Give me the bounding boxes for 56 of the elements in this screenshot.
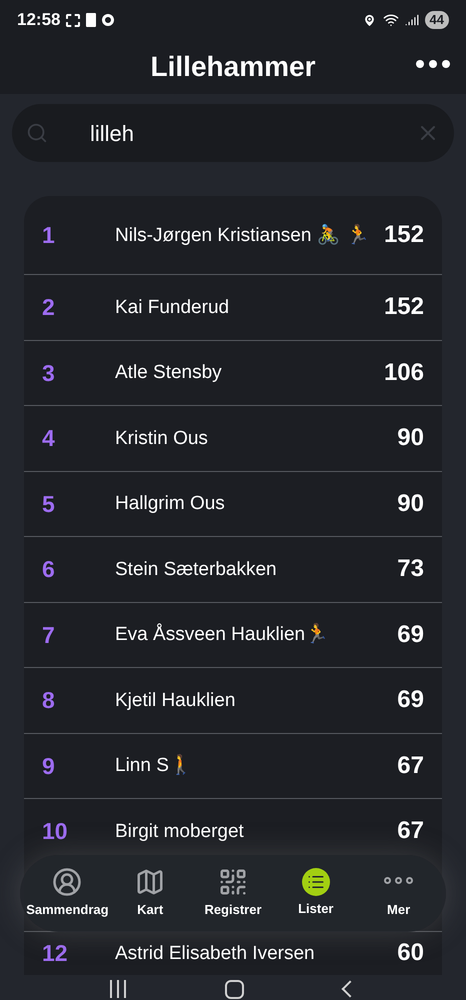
rank-number: 12 (42, 938, 69, 968)
participant-name: Atle Stensby (115, 361, 223, 386)
list-icon (302, 868, 330, 896)
battery-indicator: 44 (424, 11, 449, 29)
score-value: 152 (384, 220, 424, 250)
nav-tab[interactable]: Registrer (192, 867, 273, 920)
rank-number: 10 (42, 817, 69, 846)
home-icon[interactable] (225, 980, 244, 998)
device-icon (86, 13, 96, 27)
qr-code-icon (218, 867, 248, 898)
score-value: 73 (397, 554, 424, 584)
screenshot-icon (66, 14, 80, 26)
wifi-icon (382, 12, 399, 28)
profile-icon (52, 867, 82, 898)
rank-number: 9 (42, 752, 56, 780)
nav-tab[interactable]: Mer (358, 867, 439, 920)
rank-number: 8 (42, 686, 56, 715)
page-title: Lillehammer (150, 50, 316, 84)
rank-number: 3 (42, 358, 56, 388)
participant-name: Stein Sæterbakken (115, 558, 278, 582)
recent-apps-icon[interactable] (110, 980, 126, 998)
rank-number: 4 (42, 424, 56, 453)
nav-tab[interactable]: Lister (276, 868, 356, 919)
score-value: 67 (397, 750, 424, 781)
score-value: 67 (397, 816, 424, 846)
score-value: 90 (397, 488, 424, 519)
more-options-button[interactable] (414, 58, 452, 70)
participant-name: Nils-Jørgen Kristiansen 🚴 🏃 (115, 223, 371, 248)
participant-name: Eva Åssveen Hauklien🏃 (115, 622, 330, 648)
rank-number: 2 (42, 293, 56, 322)
score-value: 106 (384, 358, 424, 388)
search-input[interactable]: lilleh (90, 116, 416, 150)
rank-number: 7 (42, 620, 56, 650)
participant-name: Linn S🚶 (115, 753, 194, 778)
status-time: 12:58 (17, 9, 60, 32)
more-icon (384, 877, 414, 886)
participant-name: Birgit moberget (115, 820, 245, 844)
score-value: 60 (397, 938, 424, 968)
participant-name: Astrid Elisabeth Iversen (115, 942, 316, 966)
participant-name: Hallgrim Ous (115, 492, 226, 516)
rank-number: 5 (42, 490, 56, 518)
rank-number: 6 (42, 555, 56, 584)
score-value: 69 (397, 620, 424, 650)
participant-name: Kai Funderud (115, 296, 230, 320)
search-bar[interactable]: lilleh (12, 104, 454, 162)
search-icon (26, 122, 48, 144)
rank-number: 1 (42, 220, 56, 250)
score-value: 90 (397, 423, 424, 454)
nav-tab[interactable]: Kart (110, 867, 190, 920)
signal-icon (404, 13, 419, 27)
participant-name: Kjetil Hauklien (115, 688, 236, 713)
browser-icon (102, 14, 114, 26)
participant-name: Kristin Ous (115, 426, 209, 451)
nav-tab[interactable]: Sammendrag (27, 867, 108, 920)
score-value: 69 (397, 685, 424, 716)
score-value: 152 (384, 292, 424, 322)
